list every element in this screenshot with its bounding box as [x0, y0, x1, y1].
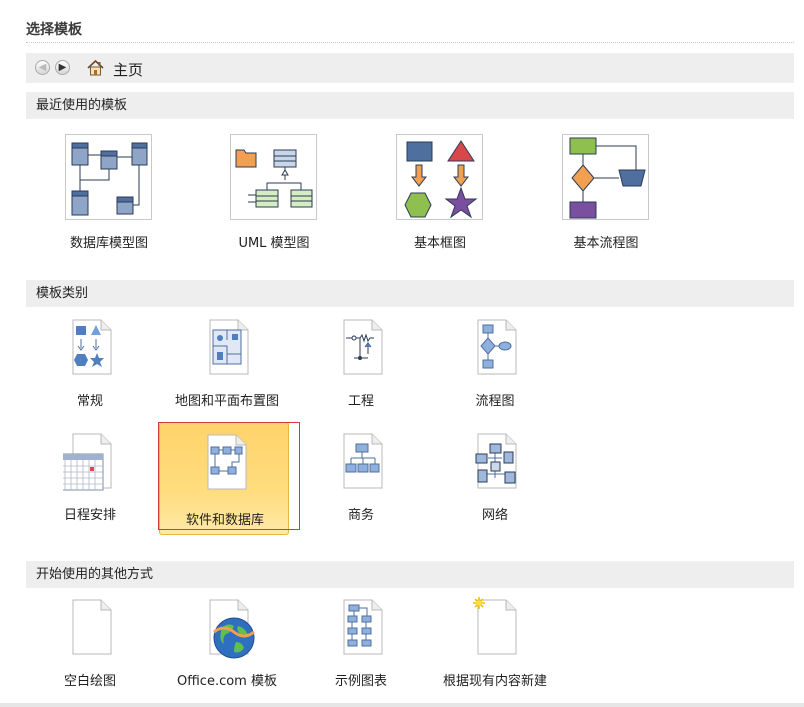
maps-floor-plans-icon [209, 319, 249, 375]
category-schedule[interactable]: 日程安排 [25, 430, 155, 534]
new-from-existing-option[interactable]: 根据现有内容新建 [430, 596, 560, 700]
category-maps-floor-plans[interactable]: 地图和平面布置图 [162, 316, 292, 420]
basic-block-diagram-thumbnail [396, 134, 483, 220]
business-icon [343, 433, 383, 489]
network-icon [475, 433, 517, 489]
title-divider [26, 42, 794, 43]
category-flowchart[interactable]: 流程图 [430, 316, 560, 420]
basic-flowchart-thumbnail [562, 134, 649, 220]
template-categories-header: 模板类别 [26, 280, 794, 307]
database-model-diagram-thumbnail [65, 134, 152, 220]
back-button[interactable]: ◀ [35, 60, 50, 75]
category-software-database[interactable]: 软件和数据库 [159, 422, 289, 535]
recent-item-label: 基本框图 [413, 236, 466, 251]
software-database-icon [207, 434, 247, 490]
category-label: 工程 [347, 394, 374, 409]
breadcrumb-home[interactable]: 主页 [113, 59, 143, 80]
category-engineering[interactable]: 工程 [296, 316, 426, 420]
sample-diagram-icon [343, 599, 383, 655]
bottom-edge [0, 703, 804, 707]
schedule-icon [63, 433, 112, 491]
category-label: 网络 [481, 508, 508, 523]
category-label: 日程安排 [63, 508, 116, 523]
engineering-icon [343, 319, 383, 375]
option-label: 空白绘图 [63, 674, 116, 689]
recent-item-label: 基本流程图 [573, 236, 639, 251]
category-label: 常规 [76, 394, 103, 409]
office-com-templates-option[interactable]: Office.com 模板 [162, 596, 292, 700]
recent-item-label: UML 模型图 [238, 236, 310, 251]
sample-diagrams-option[interactable]: 示例图表 [296, 596, 426, 700]
blank-drawing-option[interactable]: 空白绘图 [25, 596, 155, 700]
forward-button[interactable]: ▶ [55, 60, 70, 75]
option-label: Office.com 模板 [177, 674, 277, 689]
arrow-right-icon: ▶ [58, 62, 67, 73]
option-label: 示例图表 [334, 674, 387, 689]
office-com-globe-icon [209, 599, 255, 659]
recent-templates-header: 最近使用的模板 [26, 92, 794, 119]
home-icon[interactable] [87, 59, 104, 76]
arrow-left-icon: ◀ [38, 62, 47, 73]
category-label: 软件和数据库 [185, 513, 264, 528]
new-from-existing-icon [473, 597, 517, 655]
uml-model-diagram-thumbnail [230, 134, 317, 220]
category-network[interactable]: 网络 [430, 430, 560, 534]
category-label: 商务 [347, 508, 374, 523]
other-ways-header: 开始使用的其他方式 [26, 561, 794, 588]
flowchart-icon [477, 319, 517, 375]
page-title: 选择模板 [26, 22, 82, 38]
option-label: 根据现有内容新建 [442, 674, 547, 689]
recent-item-label: 数据库模型图 [69, 236, 148, 251]
category-business[interactable]: 商务 [296, 430, 426, 534]
navigation-bar: ◀ ▶ 主页 [26, 53, 794, 83]
general-template-icon [72, 319, 112, 375]
category-label: 流程图 [475, 394, 515, 409]
category-general[interactable]: 常规 [25, 316, 155, 420]
category-label: 地图和平面布置图 [174, 394, 279, 409]
blank-drawing-icon [72, 599, 112, 655]
